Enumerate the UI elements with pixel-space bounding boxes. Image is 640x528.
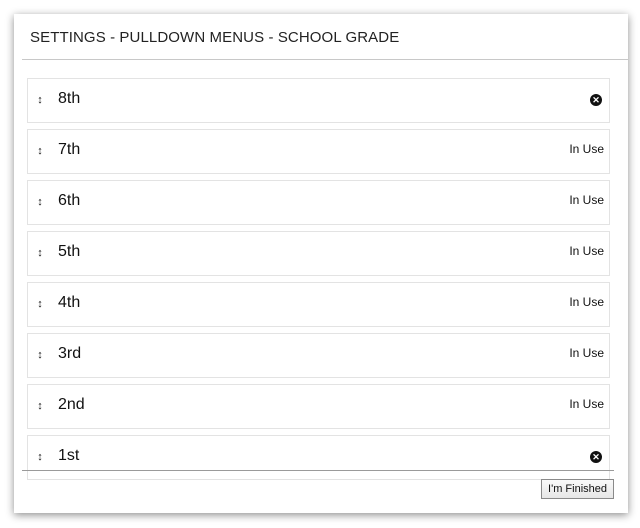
page-title: SETTINGS - PULLDOWN MENUS - SCHOOL GRADE: [30, 29, 400, 46]
item-label: 5th: [58, 243, 81, 260]
drag-handle-icon[interactable]: ↕: [36, 144, 44, 158]
settings-panel: SETTINGS - PULLDOWN MENUS - SCHOOL GRADE…: [14, 14, 628, 513]
footer-divider: [22, 470, 614, 471]
list-item[interactable]: ↕ 3rd In Use: [27, 333, 610, 378]
drag-handle-icon[interactable]: ↕: [36, 348, 44, 362]
list-item[interactable]: ↕ 6th In Use: [27, 180, 610, 225]
item-label: 1st: [58, 447, 80, 464]
grade-list: ↕ 8th ✕ ↕ 7th In Use ↕ 6th In Use ↕ 5th In Use ↕ 4th I…: [27, 78, 610, 486]
drag-handle-icon[interactable]: ↕: [36, 195, 44, 209]
in-use-status: In Use: [569, 193, 604, 207]
drag-handle-icon[interactable]: ↕: [36, 246, 44, 260]
drag-handle-icon[interactable]: ↕: [36, 297, 44, 311]
item-label: 4th: [58, 294, 81, 311]
remove-icon[interactable]: ✕: [590, 94, 602, 106]
item-label: 6th: [58, 192, 81, 209]
panel-header: SETTINGS - PULLDOWN MENUS - SCHOOL GRADE: [14, 14, 628, 59]
list-item[interactable]: ↕ 8th ✕: [27, 78, 610, 123]
list-item[interactable]: ↕ 7th In Use: [27, 129, 610, 174]
list-item[interactable]: ↕ 4th In Use: [27, 282, 610, 327]
in-use-status: In Use: [569, 244, 604, 258]
remove-icon[interactable]: ✕: [590, 451, 602, 463]
in-use-status: In Use: [569, 295, 604, 309]
item-label: 8th: [58, 90, 81, 107]
in-use-status: In Use: [569, 397, 604, 411]
list-item[interactable]: ↕ 2nd In Use: [27, 384, 610, 429]
drag-handle-icon[interactable]: ↕: [36, 93, 44, 107]
header-divider: [22, 59, 628, 60]
drag-handle-icon[interactable]: ↕: [36, 450, 44, 464]
item-label: 2nd: [58, 396, 85, 413]
item-label: 7th: [58, 141, 81, 158]
finished-button[interactable]: I'm Finished: [541, 479, 614, 499]
drag-handle-icon[interactable]: ↕: [36, 399, 44, 413]
in-use-status: In Use: [569, 346, 604, 360]
item-label: 3rd: [58, 345, 82, 362]
list-item[interactable]: ↕ 1st ✕: [27, 435, 610, 480]
list-item[interactable]: ↕ 5th In Use: [27, 231, 610, 276]
in-use-status: In Use: [569, 142, 604, 156]
